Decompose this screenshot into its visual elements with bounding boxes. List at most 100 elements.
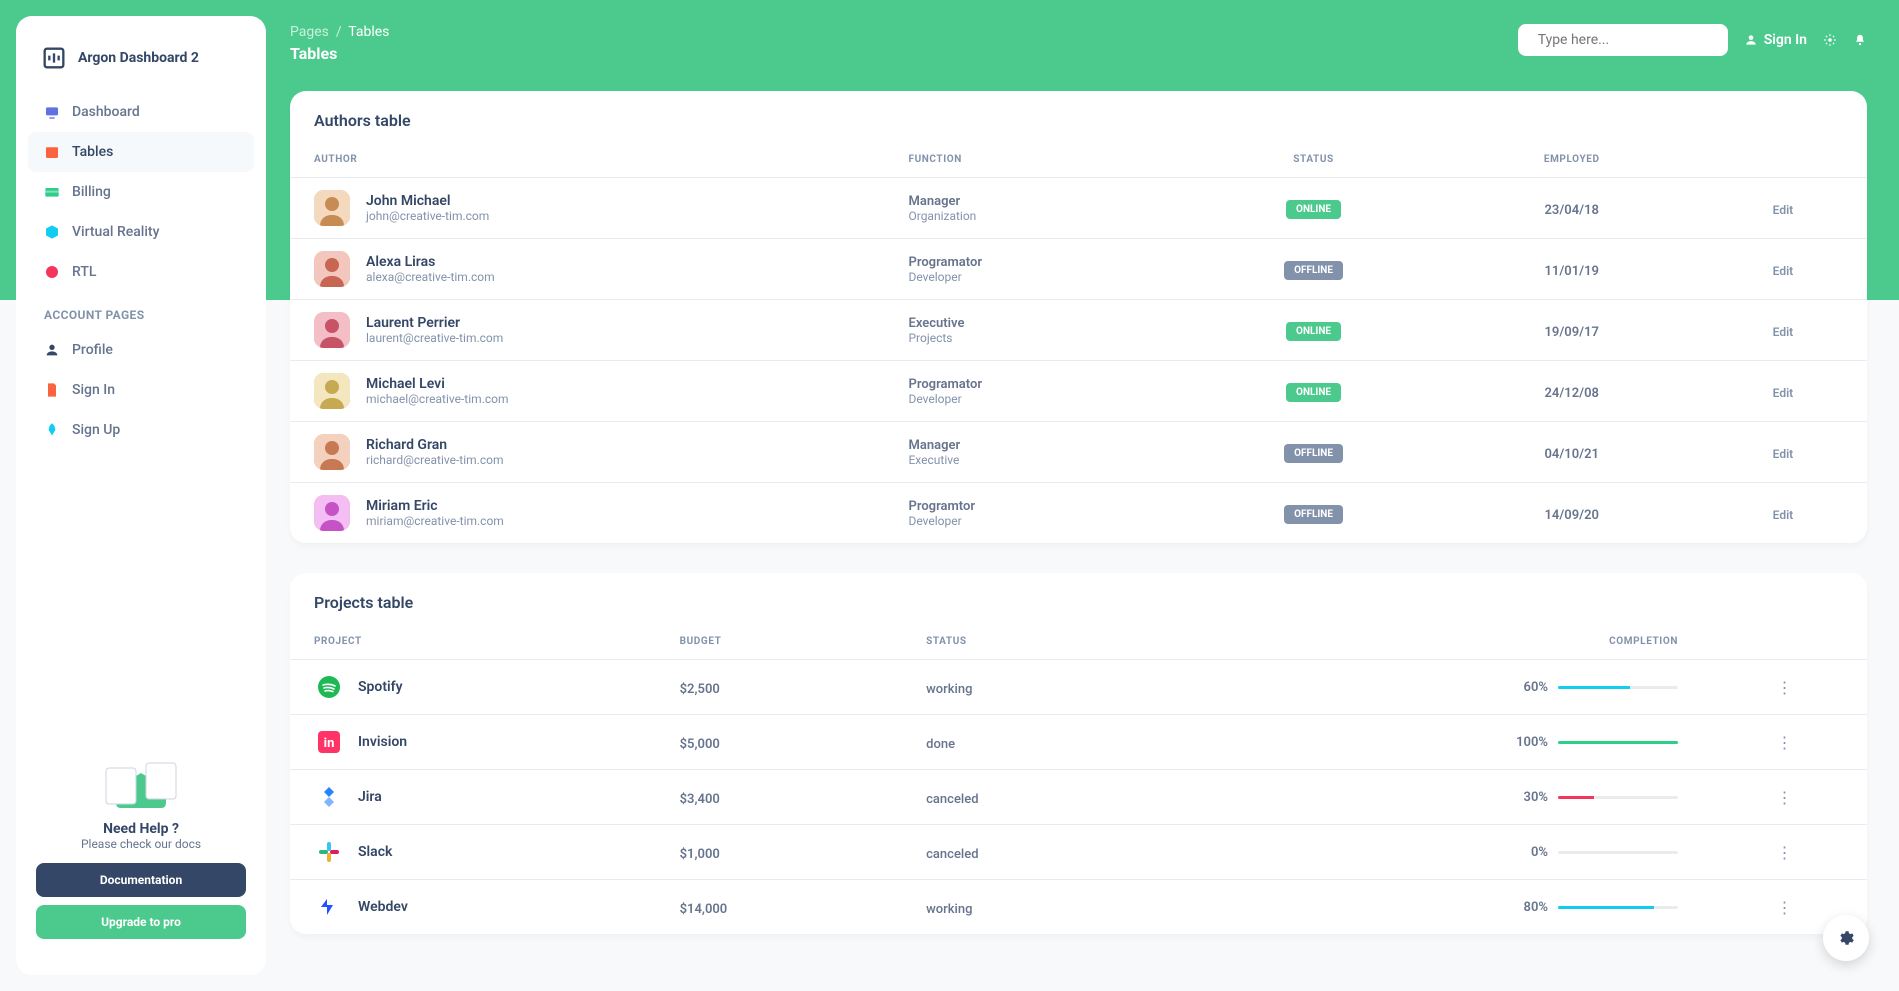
author-name: Richard Gran bbox=[366, 437, 503, 453]
authors-card: Authors table AUTHOR FUNCTION STATUS EMP… bbox=[290, 91, 1867, 543]
edit-button[interactable]: Edit bbox=[1773, 203, 1794, 217]
table-row: Laurent Perrierlaurent@creative-tim.comE… bbox=[290, 300, 1867, 361]
projects-card: Projects table PROJECT BUDGET STATUS COM… bbox=[290, 573, 1867, 934]
table-row: Miriam Ericmiriam@creative-tim.comProgra… bbox=[290, 483, 1867, 544]
employed-date: 04/10/21 bbox=[1544, 447, 1598, 462]
sidebar-item-tables[interactable]: Tables bbox=[28, 132, 254, 172]
box-icon bbox=[44, 224, 60, 240]
signin-link[interactable]: Sign In bbox=[1744, 32, 1807, 48]
project-budget: $1,000 bbox=[680, 847, 720, 862]
svg-text:in: in bbox=[324, 736, 335, 751]
sidebar-item-dashboard[interactable]: Dashboard bbox=[28, 92, 254, 132]
project-status: working bbox=[926, 902, 972, 917]
table-row: inInvision$5,000done100%⋮ bbox=[290, 715, 1867, 770]
sidebar-item-virtual-reality[interactable]: Virtual Reality bbox=[28, 212, 254, 252]
settings-fab[interactable] bbox=[1823, 915, 1869, 961]
project-name: Invision bbox=[358, 734, 407, 750]
author-dept: Developer bbox=[908, 392, 1158, 406]
documentation-button[interactable]: Documentation bbox=[36, 863, 246, 897]
jira-icon bbox=[314, 782, 344, 812]
bell-icon bbox=[1853, 33, 1867, 47]
notifications-link[interactable] bbox=[1853, 33, 1867, 47]
row-menu-button[interactable]: ⋮ bbox=[1776, 788, 1792, 807]
author-dept: Executive bbox=[908, 453, 1158, 467]
project-name: Jira bbox=[358, 789, 382, 805]
sidebar-item-label: Dashboard bbox=[72, 104, 140, 120]
nav-account-heading: ACCOUNT PAGES bbox=[28, 292, 254, 330]
calendar-icon bbox=[44, 144, 60, 160]
author-name: John Michael bbox=[366, 193, 489, 209]
sidebar: Argon Dashboard 2 Dashboard Tables Billing… bbox=[16, 16, 266, 975]
sidebar-item-label: Sign In bbox=[72, 382, 115, 398]
completion-pct: 80% bbox=[1524, 900, 1548, 915]
search-box[interactable] bbox=[1518, 24, 1728, 56]
avatar bbox=[314, 251, 350, 287]
progress-bar bbox=[1558, 741, 1678, 744]
gear-icon bbox=[1837, 929, 1855, 947]
edit-button[interactable]: Edit bbox=[1773, 386, 1794, 400]
row-menu-button[interactable]: ⋮ bbox=[1776, 898, 1792, 917]
author-name: Michael Levi bbox=[366, 376, 508, 392]
sidebar-item-sign-in[interactable]: Sign In bbox=[28, 370, 254, 410]
project-name: Slack bbox=[358, 844, 392, 860]
table-row: Richard Granrichard@creative-tim.comMana… bbox=[290, 422, 1867, 483]
user-icon bbox=[44, 342, 60, 358]
help-card: Need Help ? Please check our docs Docume… bbox=[28, 745, 254, 955]
breadcrumb: Pages / Tables bbox=[290, 24, 389, 40]
author-role: Executive bbox=[908, 316, 1158, 331]
help-subtitle: Please check our docs bbox=[36, 837, 246, 851]
sidebar-item-sign-up[interactable]: Sign Up bbox=[28, 410, 254, 450]
projects-table: PROJECT BUDGET STATUS COMPLETION Spotify… bbox=[290, 624, 1867, 934]
status-badge: ONLINE bbox=[1286, 383, 1341, 402]
card-icon bbox=[44, 184, 60, 200]
sidebar-item-profile[interactable]: Profile bbox=[28, 330, 254, 370]
brand: Argon Dashboard 2 bbox=[28, 36, 254, 92]
edit-button[interactable]: Edit bbox=[1773, 508, 1794, 522]
status-badge: OFFLINE bbox=[1284, 444, 1343, 463]
sidebar-item-label: Billing bbox=[72, 184, 111, 200]
gear-icon bbox=[1823, 33, 1837, 47]
settings-link[interactable] bbox=[1823, 33, 1837, 47]
col-project: PROJECT bbox=[290, 624, 656, 660]
webdev-icon bbox=[314, 892, 344, 922]
sidebar-item-rtl[interactable]: RTL bbox=[28, 252, 254, 292]
status-badge: ONLINE bbox=[1286, 322, 1341, 341]
doc-icon bbox=[44, 382, 60, 398]
progress-bar bbox=[1558, 796, 1678, 799]
author-name: Miriam Eric bbox=[366, 498, 504, 514]
upgrade-button[interactable]: Upgrade to pro bbox=[36, 905, 246, 939]
completion-pct: 0% bbox=[1531, 845, 1548, 860]
edit-button[interactable]: Edit bbox=[1773, 325, 1794, 339]
col-function: FUNCTION bbox=[884, 142, 1182, 178]
author-dept: Developer bbox=[908, 270, 1158, 284]
slack-icon bbox=[314, 837, 344, 867]
col-completion: COMPLETION bbox=[1161, 624, 1702, 660]
row-menu-button[interactable]: ⋮ bbox=[1776, 843, 1792, 862]
sidebar-item-label: Profile bbox=[72, 342, 113, 358]
author-name: Alexa Liras bbox=[366, 254, 495, 270]
help-title: Need Help ? bbox=[36, 821, 246, 837]
main: Pages / Tables Tables Sign In bbox=[290, 16, 1883, 975]
employed-date: 23/04/18 bbox=[1544, 203, 1598, 218]
avatar bbox=[314, 373, 350, 409]
employed-date: 11/01/19 bbox=[1544, 264, 1598, 279]
status-badge: OFFLINE bbox=[1284, 261, 1343, 280]
search-input[interactable] bbox=[1538, 32, 1716, 48]
edit-button[interactable]: Edit bbox=[1773, 264, 1794, 278]
table-row: John Michaeljohn@creative-tim.comManager… bbox=[290, 178, 1867, 239]
table-row: Slack$1,000canceled0%⋮ bbox=[290, 825, 1867, 880]
col-budget: BUDGET bbox=[656, 624, 903, 660]
row-menu-button[interactable]: ⋮ bbox=[1776, 733, 1792, 752]
sidebar-item-label: Virtual Reality bbox=[72, 224, 159, 240]
project-status: done bbox=[926, 737, 955, 752]
row-menu-button[interactable]: ⋮ bbox=[1776, 678, 1792, 697]
sidebar-item-billing[interactable]: Billing bbox=[28, 172, 254, 212]
edit-button[interactable]: Edit bbox=[1773, 447, 1794, 461]
col-employed: EMPLOYED bbox=[1445, 142, 1699, 178]
author-role: Programtor bbox=[908, 499, 1158, 514]
brand-name: Argon Dashboard 2 bbox=[78, 50, 199, 66]
author-email: michael@creative-tim.com bbox=[366, 392, 508, 406]
breadcrumb-page: Tables bbox=[348, 24, 389, 40]
breadcrumb-root[interactable]: Pages bbox=[290, 24, 329, 40]
avatar bbox=[314, 495, 350, 531]
